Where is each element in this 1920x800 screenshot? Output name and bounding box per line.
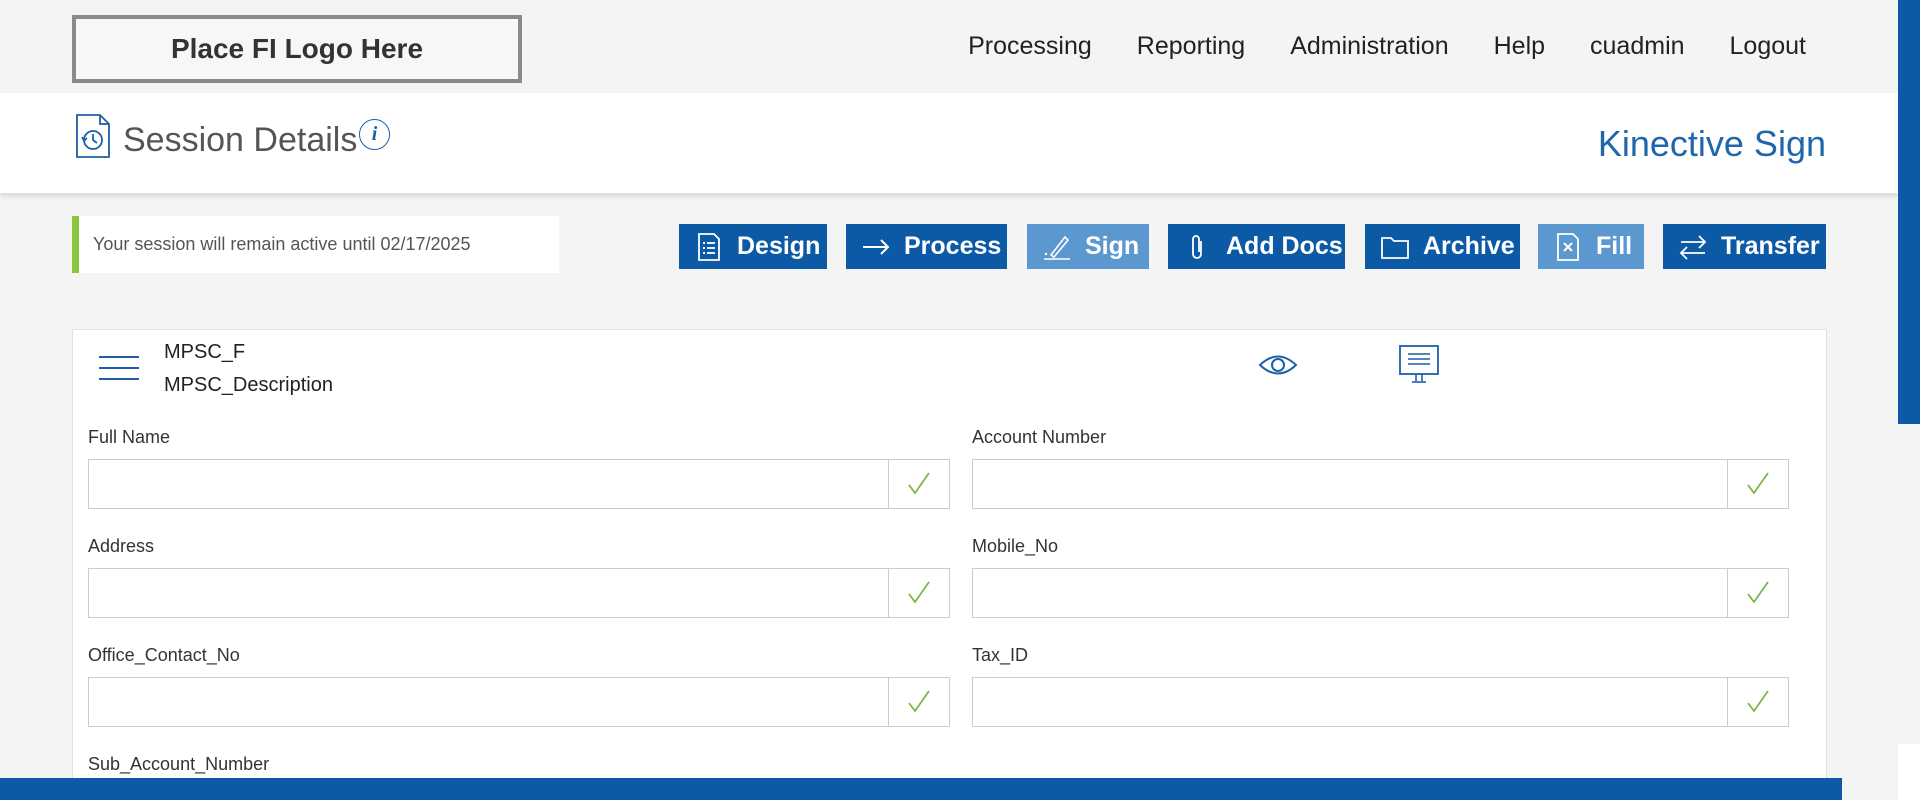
document-name: MPSC_F	[164, 341, 246, 363]
bottom-bar	[0, 778, 1842, 800]
sign-button-label: Sign	[1085, 232, 1140, 260]
full-name-input[interactable]	[89, 460, 887, 508]
account-number-field	[972, 459, 1789, 509]
hamburger-menu-icon[interactable]	[99, 356, 139, 380]
fill-button[interactable]: Fill	[1538, 224, 1644, 269]
fill-button-label: Fill	[1596, 232, 1633, 260]
design-button-label: Design	[737, 232, 821, 260]
transfer-button[interactable]: Transfer	[1663, 224, 1826, 269]
page-header: Session Details i Kinective Sign	[0, 93, 1898, 193]
tax-id-field	[972, 677, 1789, 727]
process-button-label: Process	[904, 232, 1002, 260]
monitor-icon[interactable]	[1398, 344, 1440, 384]
pen-icon	[1044, 235, 1070, 260]
check-icon	[1747, 581, 1769, 604]
tax-id-validate[interactable]	[1727, 678, 1788, 726]
process-button[interactable]: Process	[846, 224, 1007, 269]
list-document-icon	[698, 232, 720, 261]
mobile-no-validate[interactable]	[1727, 569, 1788, 617]
session-notice: Your session will remain active until 02…	[72, 216, 559, 273]
mobile-no-field	[972, 568, 1789, 618]
nav-administration[interactable]: Administration	[1290, 32, 1448, 61]
sub-account-number-label: Sub_Account_Number	[88, 754, 270, 774]
document-description: MPSC_Description	[164, 374, 333, 396]
add-docs-button-label: Add Docs	[1226, 232, 1343, 260]
institution-logo-placeholder: Place FI Logo Here	[72, 15, 522, 83]
mobile-no-label: Mobile_No	[972, 536, 1059, 556]
eye-icon[interactable]	[1258, 352, 1298, 378]
account-number-validate[interactable]	[1727, 460, 1788, 508]
address-input[interactable]	[89, 569, 887, 617]
session-notice-text: Your session will remain active until 02…	[93, 234, 471, 254]
full-name-validate[interactable]	[888, 460, 949, 508]
nav-help[interactable]: Help	[1494, 32, 1545, 61]
office-contact-no-label: Office_Contact_No	[88, 645, 240, 665]
full-name-label: Full Name	[88, 427, 171, 447]
transfer-button-label: Transfer	[1721, 232, 1820, 260]
top-bar: Place FI Logo Here Processing Reporting …	[0, 0, 1898, 93]
mobile-no-input[interactable]	[973, 569, 1726, 617]
nav-logout[interactable]: Logout	[1730, 32, 1806, 61]
history-document-icon	[76, 114, 110, 158]
add-docs-button[interactable]: Add Docs	[1168, 224, 1345, 269]
page-title: Session Details	[123, 121, 358, 159]
full-name-field	[88, 459, 950, 509]
nav-user[interactable]: cuadmin	[1590, 32, 1685, 61]
top-navigation: Processing Reporting Administration Help…	[923, 32, 1806, 61]
check-icon	[1747, 472, 1769, 495]
office-contact-no-input[interactable]	[89, 678, 887, 726]
product-brand: Kinective Sign	[1597, 123, 1826, 164]
tax-id-input[interactable]	[973, 678, 1726, 726]
account-number-label: Account Number	[972, 427, 1107, 447]
scrollbar-thumb[interactable]	[1898, 0, 1920, 424]
document-card: MPSC_F MPSC_Description Full Name Accoun…	[72, 329, 1827, 800]
nav-reporting[interactable]: Reporting	[1137, 32, 1245, 61]
info-icon[interactable]: i	[359, 119, 390, 150]
account-number-input[interactable]	[973, 460, 1726, 508]
transfer-arrows-icon	[1679, 234, 1707, 260]
design-button[interactable]: Design	[679, 224, 827, 269]
check-icon	[908, 690, 930, 713]
check-icon	[1747, 690, 1769, 713]
office-contact-no-field	[88, 677, 950, 727]
archive-button-label: Archive	[1423, 232, 1515, 260]
address-field	[88, 568, 950, 618]
folder-icon	[1381, 236, 1409, 259]
address-validate[interactable]	[888, 569, 949, 617]
address-label: Address	[88, 536, 155, 556]
check-icon	[908, 581, 930, 604]
arrow-right-icon	[863, 238, 890, 255]
office-contact-no-validate[interactable]	[888, 678, 949, 726]
tax-id-label: Tax_ID	[972, 645, 1029, 665]
paperclip-icon	[1192, 234, 1202, 259]
nav-processing[interactable]: Processing	[968, 32, 1092, 61]
sign-button[interactable]: Sign	[1027, 224, 1149, 269]
fill-document-icon	[1557, 232, 1579, 261]
check-icon	[908, 472, 930, 495]
archive-button[interactable]: Archive	[1365, 224, 1520, 269]
scrollbar-corner	[1898, 744, 1920, 800]
